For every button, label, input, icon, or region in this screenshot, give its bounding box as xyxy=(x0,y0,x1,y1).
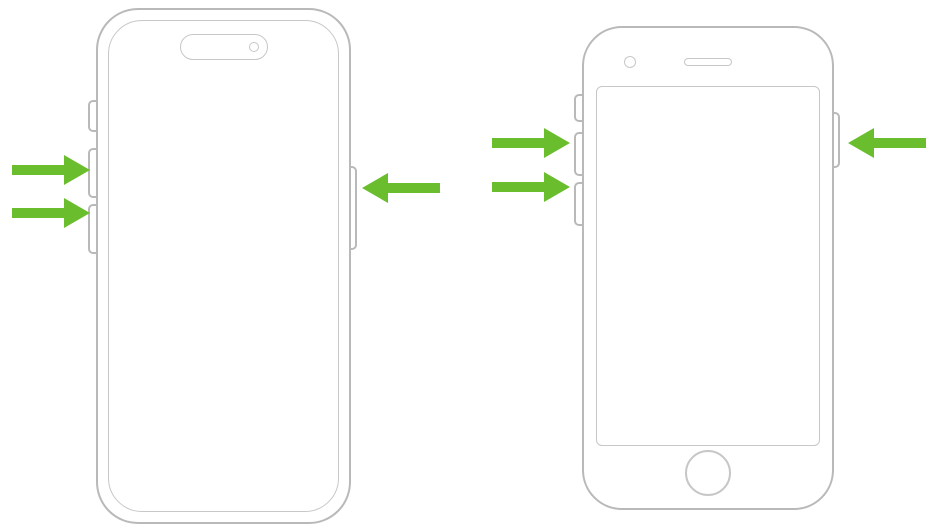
phone-face-id xyxy=(96,8,351,524)
arrow-left-icon xyxy=(848,128,926,158)
arrow-left-icon xyxy=(362,173,440,203)
front-camera-icon xyxy=(624,56,636,68)
arrow-right-icon xyxy=(492,128,570,158)
dynamic-island xyxy=(180,34,268,60)
arrow-right-icon xyxy=(492,172,570,202)
phone-a-screen xyxy=(108,20,339,512)
front-camera-icon xyxy=(249,42,259,52)
diagram-stage xyxy=(0,0,932,530)
phone-b-screen xyxy=(596,86,820,446)
arrow-right-icon xyxy=(12,155,90,185)
arrow-right-icon xyxy=(12,198,90,228)
phone-home-button xyxy=(582,26,834,510)
home-button xyxy=(685,450,731,496)
earpiece-speaker xyxy=(684,58,732,66)
